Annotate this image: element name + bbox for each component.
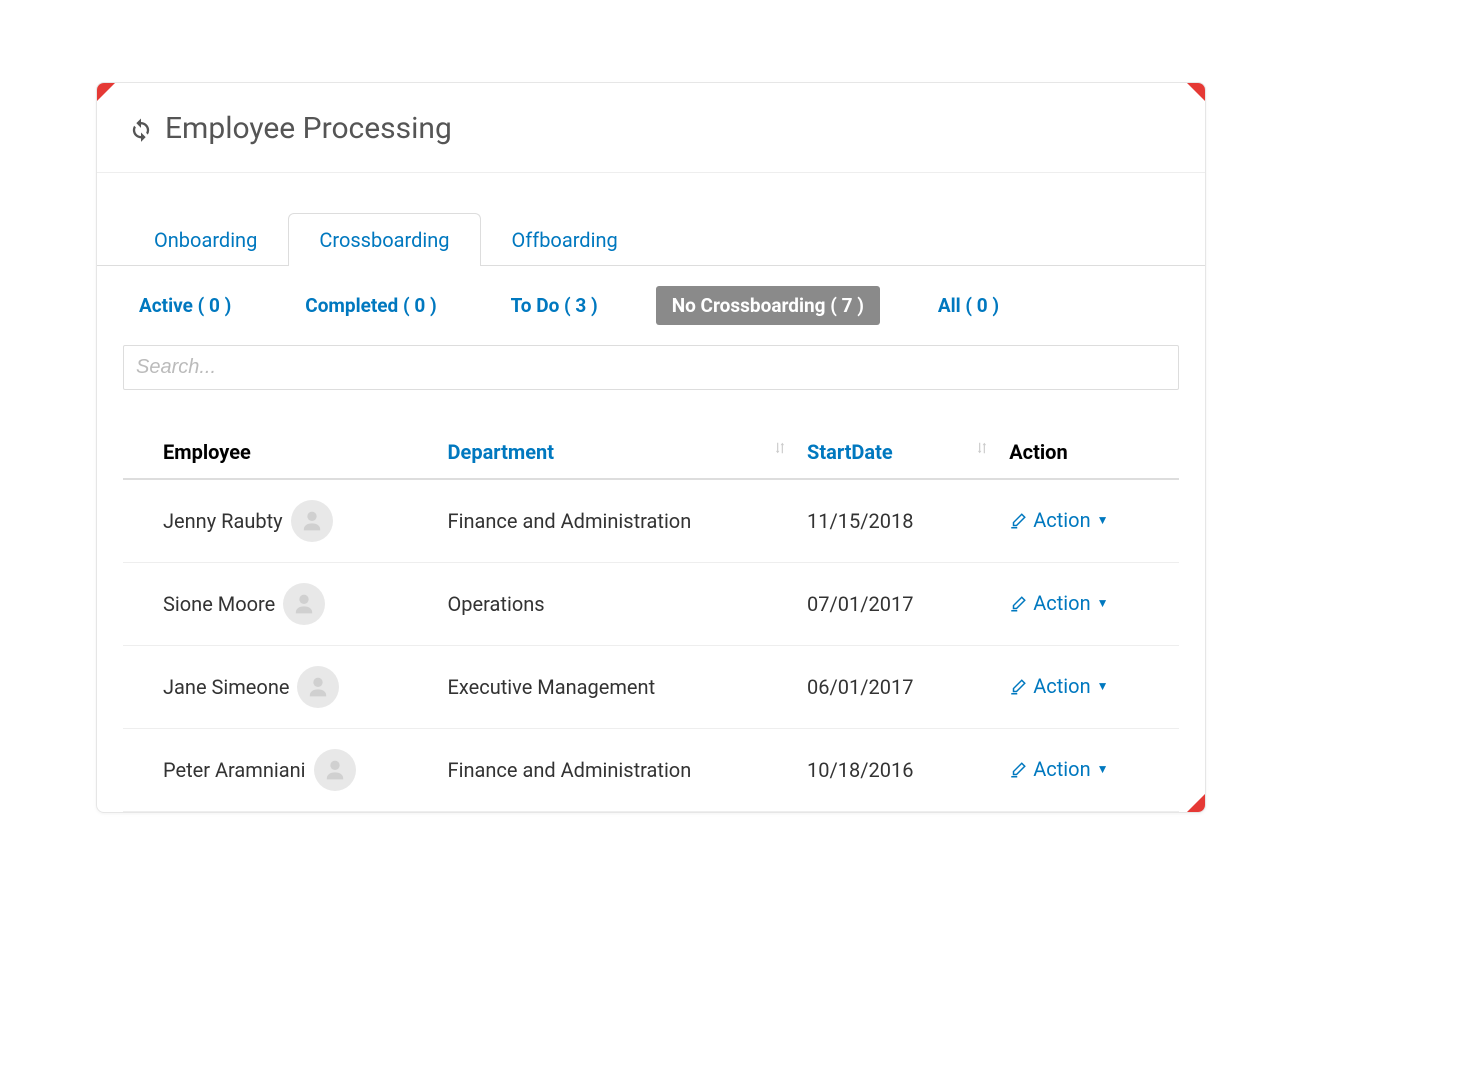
table-row: Sione Moore Operations07/01/2017 Action ▼ bbox=[123, 563, 1179, 646]
col-header-startdate-label: StartDate bbox=[807, 440, 893, 464]
sort-icon bbox=[773, 440, 787, 459]
action-dropdown[interactable]: Action ▼ bbox=[1009, 591, 1108, 615]
action-dropdown[interactable]: Action ▼ bbox=[1009, 508, 1108, 532]
col-header-department[interactable]: Department bbox=[438, 426, 797, 479]
filter-todo[interactable]: To Do ( 3 ) bbox=[495, 286, 614, 325]
search-wrap bbox=[97, 345, 1205, 390]
cell-action: Action ▼ bbox=[999, 729, 1179, 812]
caret-down-icon: ▼ bbox=[1097, 679, 1109, 693]
employee-name: Sione Moore bbox=[163, 592, 275, 616]
cell-employee: Sione Moore bbox=[123, 563, 438, 646]
table-row: Jenny Raubty Finance and Administration11… bbox=[123, 479, 1179, 563]
avatar bbox=[297, 666, 339, 708]
tab-offboarding[interactable]: Offboarding bbox=[481, 213, 649, 266]
action-label: Action bbox=[1033, 757, 1090, 781]
cell-department: Finance and Administration bbox=[438, 729, 797, 812]
caret-down-icon: ▼ bbox=[1097, 762, 1109, 776]
edit-icon bbox=[1009, 677, 1027, 695]
employee-name: Jenny Raubty bbox=[163, 509, 283, 533]
cell-startdate: 06/01/2017 bbox=[797, 646, 999, 729]
refresh-icon bbox=[127, 115, 155, 143]
cell-department: Executive Management bbox=[438, 646, 797, 729]
filter-all[interactable]: All ( 0 ) bbox=[922, 286, 1015, 325]
tab-crossboarding[interactable]: Crossboarding bbox=[288, 213, 480, 266]
card-header: Employee Processing bbox=[97, 83, 1205, 173]
action-dropdown[interactable]: Action ▼ bbox=[1009, 757, 1108, 781]
search-input[interactable] bbox=[123, 345, 1179, 390]
cell-action: Action ▼ bbox=[999, 563, 1179, 646]
employee-name: Jane Simeone bbox=[163, 675, 289, 699]
tab-onboarding[interactable]: Onboarding bbox=[123, 213, 288, 266]
col-header-action: Action bbox=[999, 426, 1179, 479]
table-row: Peter Aramniani Finance and Administratio… bbox=[123, 729, 1179, 812]
cell-department: Finance and Administration bbox=[438, 479, 797, 563]
col-header-employee[interactable]: Employee bbox=[123, 426, 438, 479]
caret-down-icon: ▼ bbox=[1097, 596, 1109, 610]
employee-name: Peter Aramniani bbox=[163, 758, 306, 782]
tabs-primary: Onboarding Crossboarding Offboarding bbox=[97, 173, 1205, 266]
avatar bbox=[283, 583, 325, 625]
corner-decoration bbox=[1187, 83, 1205, 101]
cell-employee: Jane Simeone bbox=[123, 646, 438, 729]
edit-icon bbox=[1009, 511, 1027, 529]
col-header-department-label: Department bbox=[448, 440, 554, 464]
corner-decoration bbox=[1187, 794, 1205, 812]
action-label: Action bbox=[1033, 508, 1090, 532]
cell-startdate: 10/18/2016 bbox=[797, 729, 999, 812]
edit-icon bbox=[1009, 594, 1027, 612]
cell-action: Action ▼ bbox=[999, 646, 1179, 729]
filter-no-crossboarding[interactable]: No Crossboarding ( 7 ) bbox=[656, 286, 880, 325]
avatar bbox=[314, 749, 356, 791]
cell-employee: Jenny Raubty bbox=[123, 479, 438, 563]
action-dropdown[interactable]: Action ▼ bbox=[1009, 674, 1108, 698]
cell-department: Operations bbox=[438, 563, 797, 646]
cell-employee: Peter Aramniani bbox=[123, 729, 438, 812]
employee-processing-card: Employee Processing Onboarding Crossboar… bbox=[96, 82, 1206, 813]
corner-decoration bbox=[97, 83, 115, 101]
col-header-startdate[interactable]: StartDate bbox=[797, 426, 999, 479]
cell-action: Action ▼ bbox=[999, 479, 1179, 563]
cell-startdate: 07/01/2017 bbox=[797, 563, 999, 646]
cell-startdate: 11/15/2018 bbox=[797, 479, 999, 563]
filter-completed[interactable]: Completed ( 0 ) bbox=[289, 286, 452, 325]
employee-table: Employee Department StartDate Action Jen… bbox=[123, 426, 1179, 812]
action-label: Action bbox=[1033, 674, 1090, 698]
table-header-row: Employee Department StartDate Action bbox=[123, 426, 1179, 479]
filter-active[interactable]: Active ( 0 ) bbox=[123, 286, 247, 325]
edit-icon bbox=[1009, 760, 1027, 778]
tabs-secondary: Active ( 0 ) Completed ( 0 ) To Do ( 3 )… bbox=[97, 266, 1205, 345]
action-label: Action bbox=[1033, 591, 1090, 615]
table-row: Jane Simeone Executive Management06/01/20… bbox=[123, 646, 1179, 729]
sort-icon bbox=[975, 440, 989, 459]
page-title: Employee Processing bbox=[165, 111, 452, 146]
caret-down-icon: ▼ bbox=[1097, 513, 1109, 527]
avatar bbox=[291, 500, 333, 542]
